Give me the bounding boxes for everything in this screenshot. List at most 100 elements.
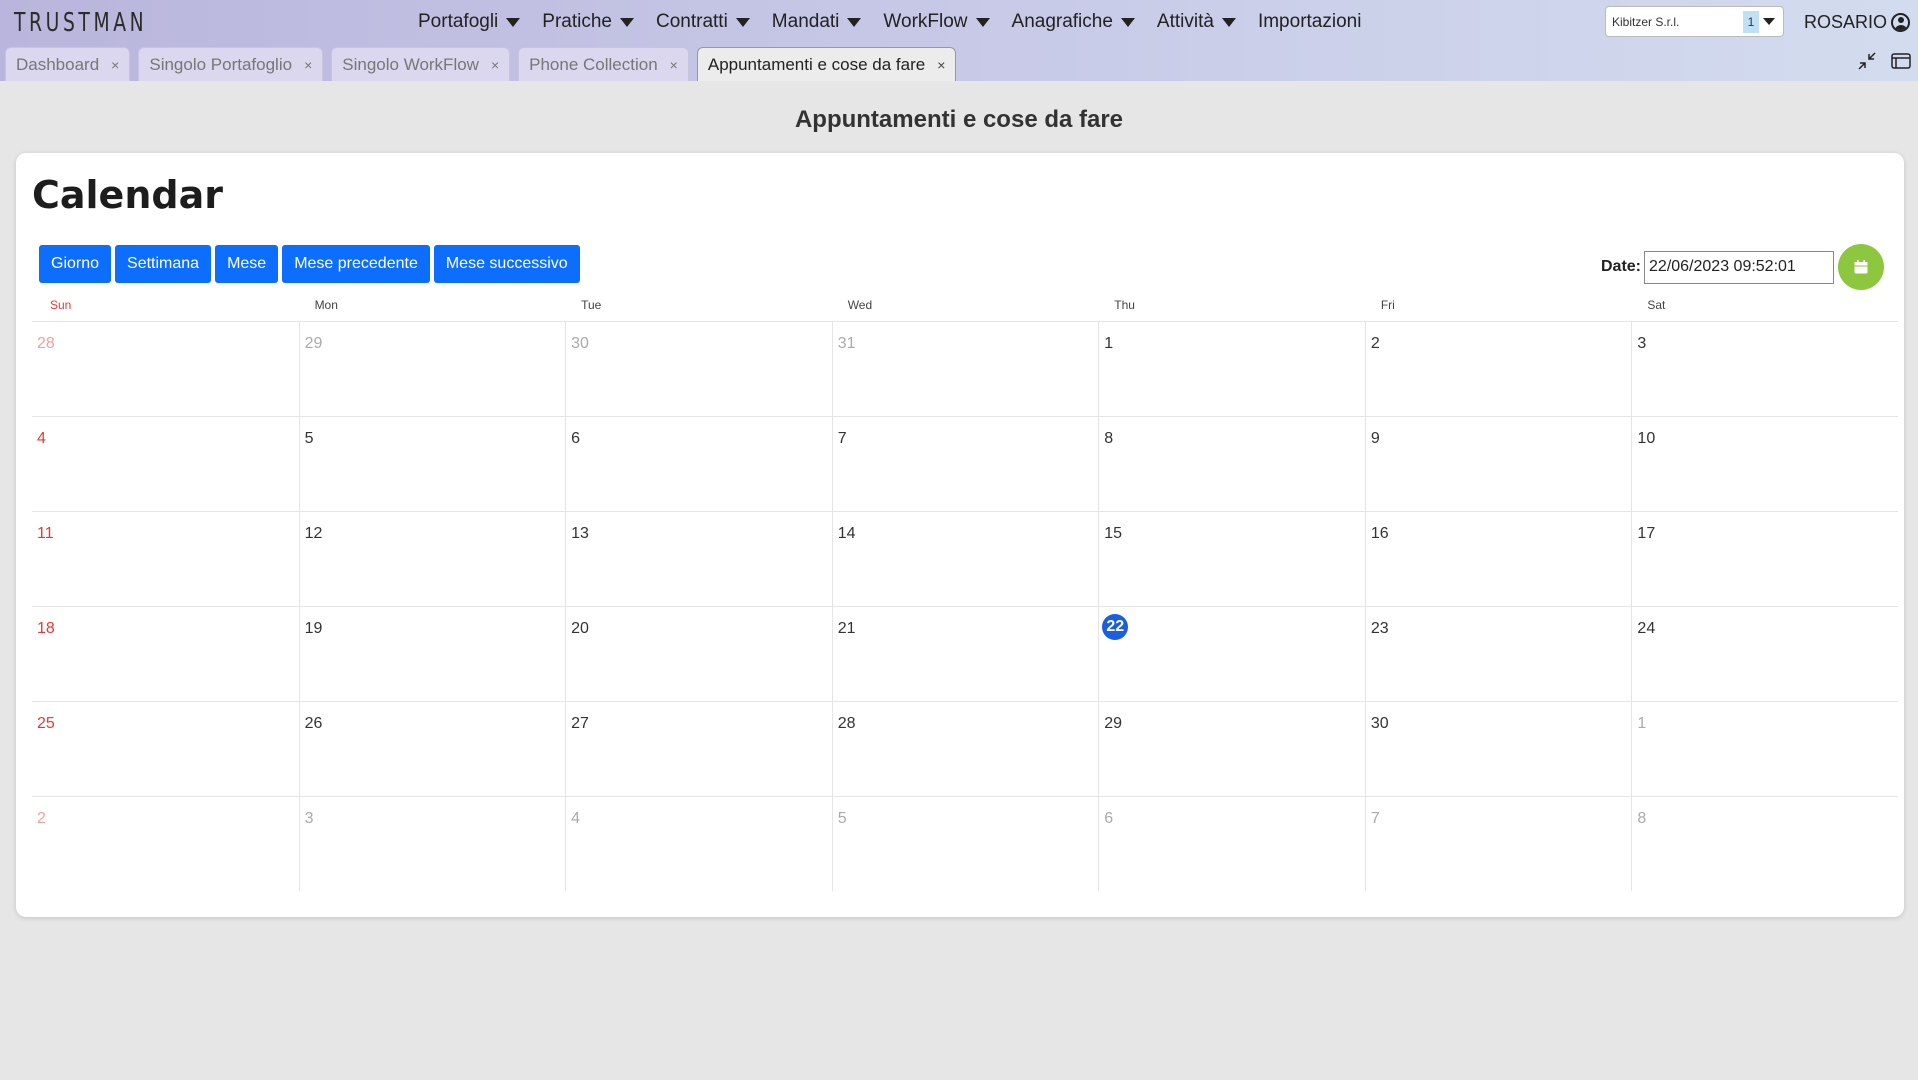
- day-number: 24: [1637, 620, 1656, 637]
- calendar-day[interactable]: 7: [831, 417, 1099, 512]
- tab-label: Dashboard: [16, 54, 100, 74]
- calendar-day-today[interactable]: 22: [1098, 607, 1365, 702]
- window-icon[interactable]: [1890, 50, 1912, 72]
- calendar-card: Calendar Giorno Settimana Mese Mese prec…: [16, 153, 1904, 917]
- calendar-picker-button[interactable]: [1838, 244, 1885, 290]
- caret-down-icon: [619, 17, 634, 27]
- calendar-day[interactable]: 28: [32, 322, 299, 417]
- calendar-day[interactable]: 1: [1098, 322, 1365, 417]
- calendar-day[interactable]: 19: [298, 607, 566, 702]
- close-icon[interactable]: ×: [304, 57, 312, 73]
- week-view-button[interactable]: Settimana: [115, 245, 212, 283]
- nav-item-contratti[interactable]: Contratti: [656, 11, 750, 33]
- tab-label: Singolo WorkFlow: [342, 54, 479, 74]
- close-icon[interactable]: ×: [670, 57, 678, 73]
- date-input[interactable]: [1644, 250, 1835, 284]
- calendar-day[interactable]: 10: [1631, 417, 1898, 512]
- calendar-icon: [1854, 260, 1868, 274]
- day-number: 8: [1637, 810, 1647, 827]
- tab-bar: Dashboard × Singolo Portafoglio × Singolo …: [5, 47, 964, 81]
- tab-dashboard[interactable]: Dashboard ×: [5, 47, 131, 81]
- day-number: 2: [1370, 335, 1380, 352]
- tab-appuntamenti[interactable]: Appuntamenti e cose da fare ×: [696, 47, 957, 81]
- calendar-day[interactable]: 15: [1098, 512, 1365, 607]
- calendar-day[interactable]: 12: [298, 512, 566, 607]
- calendar-day[interactable]: 4: [565, 797, 832, 891]
- calendar-day[interactable]: 6: [1098, 797, 1365, 891]
- calendar-day[interactable]: 30: [565, 322, 832, 417]
- day-number: 9: [1370, 430, 1380, 447]
- weekday-header: Sun Mon Tue Wed Thu Fri Sat: [32, 298, 1898, 318]
- calendar-day[interactable]: 4: [32, 417, 299, 512]
- caret-down-icon: [1120, 17, 1135, 27]
- day-number: 7: [1370, 810, 1380, 827]
- date-label: Date:: [1601, 258, 1642, 275]
- calendar-day[interactable]: 23: [1364, 607, 1632, 702]
- company-select[interactable]: Kibitzer S.r.l. 1: [1605, 6, 1784, 37]
- day-number: 29: [1104, 715, 1123, 732]
- view-buttons: Giorno Settimana Mese Mese precedente Me…: [39, 245, 580, 283]
- day-number: 7: [837, 430, 847, 447]
- app-logo[interactable]: TRUSTMAN: [14, 8, 147, 38]
- previous-month-button[interactable]: Mese precedente: [282, 245, 430, 283]
- nav-item-attivita[interactable]: Attività: [1157, 11, 1236, 33]
- calendar-day[interactable]: 25: [32, 702, 299, 797]
- company-name: Kibitzer S.r.l.: [1612, 14, 1680, 29]
- tab-singolo-portafoglio[interactable]: Singolo Portafoglio ×: [138, 47, 324, 81]
- calendar-day[interactable]: 16: [1364, 512, 1632, 607]
- calendar-day[interactable]: 30: [1364, 702, 1632, 797]
- calendar-day[interactable]: 24: [1631, 607, 1898, 702]
- day-view-button[interactable]: Giorno: [39, 245, 112, 283]
- calendar-day[interactable]: 20: [565, 607, 832, 702]
- close-icon[interactable]: ×: [937, 57, 945, 73]
- nav-item-anagrafiche[interactable]: Anagrafiche: [1012, 11, 1135, 33]
- calendar-day[interactable]: 13: [565, 512, 832, 607]
- day-number: 23: [1370, 620, 1389, 637]
- next-month-button[interactable]: Mese successivo: [433, 245, 580, 283]
- user-menu[interactable]: ROSARIO: [1804, 0, 1911, 44]
- calendar-day[interactable]: 2: [1364, 322, 1632, 417]
- calendar-day[interactable]: 3: [298, 797, 566, 891]
- day-number: 3: [1637, 335, 1647, 352]
- day-number: 10: [1637, 430, 1656, 447]
- calendar-day[interactable]: 5: [831, 797, 1099, 891]
- calendar-day[interactable]: 11: [32, 512, 299, 607]
- calendar-day[interactable]: 29: [1098, 702, 1365, 797]
- caret-down-icon: [506, 17, 521, 27]
- tab-singolo-workflow[interactable]: Singolo WorkFlow ×: [331, 47, 511, 81]
- day-number: 17: [1637, 525, 1656, 542]
- calendar-day[interactable]: 18: [32, 607, 299, 702]
- calendar-day[interactable]: 31: [831, 322, 1099, 417]
- calendar-day[interactable]: 2: [32, 797, 299, 891]
- weekday-label: Sat: [1647, 298, 1666, 312]
- nav-item-workflow[interactable]: WorkFlow: [883, 11, 990, 33]
- close-icon[interactable]: ×: [111, 57, 119, 73]
- calendar-day[interactable]: 1: [1631, 702, 1898, 797]
- close-icon[interactable]: ×: [491, 57, 499, 73]
- calendar-day[interactable]: 6: [565, 417, 832, 512]
- tab-phone-collection[interactable]: Phone Collection ×: [518, 47, 689, 81]
- calendar-day[interactable]: 8: [1631, 797, 1898, 891]
- calendar-day[interactable]: 8: [1098, 417, 1365, 512]
- nav-item-label: WorkFlow: [883, 11, 968, 32]
- day-number: 4: [37, 430, 46, 447]
- nav-item-pratiche[interactable]: Pratiche: [542, 11, 634, 33]
- calendar-day[interactable]: 5: [298, 417, 566, 512]
- minimize-icon[interactable]: [1856, 50, 1878, 72]
- tab-label: Phone Collection: [529, 54, 658, 74]
- calendar-day[interactable]: 28: [831, 702, 1099, 797]
- calendar-day[interactable]: 14: [831, 512, 1099, 607]
- calendar-day[interactable]: 9: [1364, 417, 1632, 512]
- calendar-day[interactable]: 17: [1631, 512, 1898, 607]
- calendar-day[interactable]: 21: [831, 607, 1099, 702]
- nav-item-importazioni[interactable]: Importazioni: [1258, 11, 1362, 33]
- nav-item-portafogli[interactable]: Portafogli: [418, 11, 521, 33]
- calendar-day[interactable]: 26: [298, 702, 566, 797]
- nav-item-mandati[interactable]: Mandati: [772, 11, 862, 33]
- month-view-button[interactable]: Mese: [215, 245, 279, 283]
- calendar-day[interactable]: 27: [565, 702, 832, 797]
- calendar-day[interactable]: 7: [1364, 797, 1632, 891]
- calendar-title: Calendar: [32, 173, 223, 217]
- calendar-day[interactable]: 29: [298, 322, 566, 417]
- calendar-day[interactable]: 3: [1631, 322, 1898, 417]
